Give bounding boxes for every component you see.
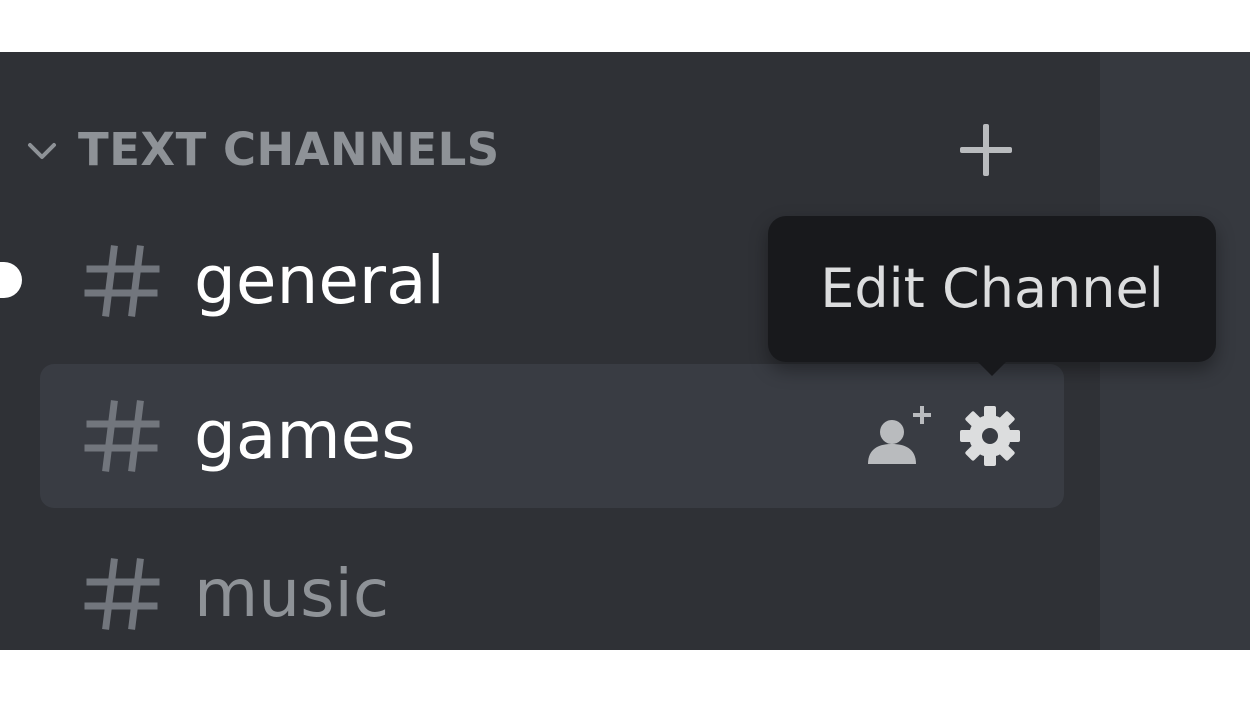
category-text-channels[interactable]: TEXT CHANNELS [26,122,1026,178]
hash-icon [84,245,160,317]
category-label: TEXT CHANNELS [78,123,500,176]
add-user-icon[interactable] [864,402,932,470]
unread-indicator [0,262,22,298]
chevron-down-icon[interactable] [26,136,58,166]
channel-item-music[interactable]: music [40,522,1064,650]
channel-name: music [194,555,390,632]
edit-channel-tooltip: Edit Channel [768,216,1216,376]
channel-name: general [194,242,445,319]
tooltip-arrow [976,360,1008,376]
gear-icon[interactable] [956,402,1024,470]
tooltip-text: Edit Channel [820,257,1164,320]
channel-item-games[interactable]: games [40,364,1064,508]
channel-sidebar: TEXT CHANNELS general games music Edit C… [0,52,1250,650]
hash-icon [84,558,160,630]
hash-icon [84,400,160,472]
channel-name: games [194,397,416,474]
plus-icon[interactable] [956,122,1016,178]
